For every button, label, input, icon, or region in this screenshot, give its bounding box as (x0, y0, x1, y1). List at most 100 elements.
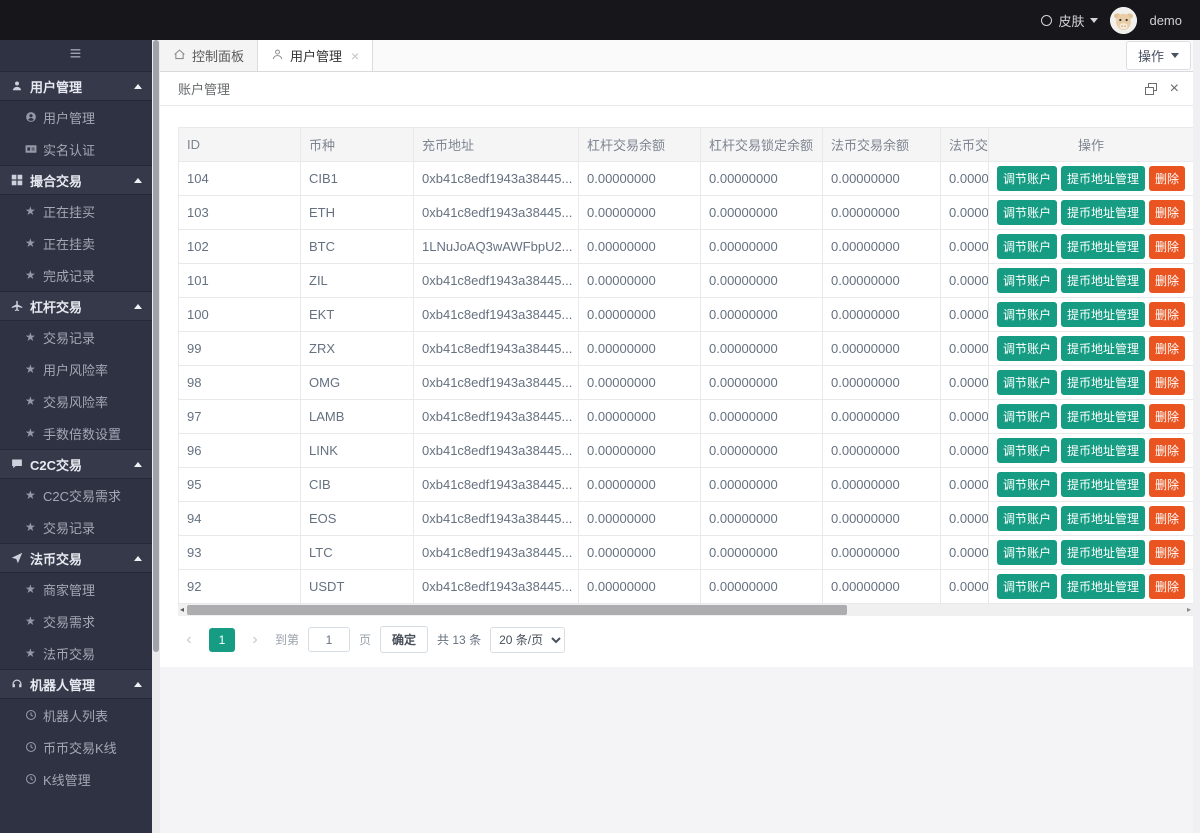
withdraw-address-manage-button[interactable]: 提币地址管理 (1061, 540, 1145, 565)
tab-user-management[interactable]: 用户管理 × (258, 40, 373, 71)
withdraw-address-manage-button[interactable]: 提币地址管理 (1061, 404, 1145, 429)
sidebar-item-手数倍数设置[interactable]: ★手数倍数设置 (0, 417, 152, 449)
next-page-button[interactable]: › (244, 628, 266, 652)
actions-dropdown-button[interactable]: 操作 (1126, 41, 1191, 70)
delete-button[interactable]: 删除 (1149, 472, 1185, 497)
adjust-account-button[interactable]: 调节账户 (997, 540, 1057, 565)
cell-address: 1LNuJoAQ3wAWFbpU2... (414, 230, 579, 264)
withdraw-address-manage-button[interactable]: 提币地址管理 (1061, 370, 1145, 395)
adjust-account-button[interactable]: 调节账户 (997, 438, 1057, 463)
delete-button[interactable]: 删除 (1149, 438, 1185, 463)
cell-fiat_balance: 0.00000000 (823, 332, 941, 366)
sidebar-item-实名认证[interactable]: 实名认证 (0, 133, 152, 165)
adjust-account-button[interactable]: 调节账户 (997, 574, 1057, 599)
sidebar-scrollbar-thumb[interactable] (153, 40, 159, 652)
cell-leverage_locked: 0.00000000 (701, 434, 823, 468)
withdraw-address-manage-button[interactable]: 提币地址管理 (1061, 336, 1145, 361)
adjust-account-button[interactable]: 调节账户 (997, 166, 1057, 191)
tab-dashboard[interactable]: 控制面板 (160, 40, 258, 71)
avatar[interactable] (1110, 7, 1137, 34)
sidebar-item-币币交易K线[interactable]: 币币交易K线 (0, 731, 152, 763)
withdraw-address-manage-button[interactable]: 提币地址管理 (1061, 472, 1145, 497)
delete-button[interactable]: 删除 (1149, 574, 1185, 599)
withdraw-address-manage-button[interactable]: 提币地址管理 (1061, 200, 1145, 225)
cell-coin: CIB1 (301, 162, 414, 196)
sidebar-section-2[interactable]: 杠杆交易 (0, 291, 152, 321)
scrollbar-thumb[interactable] (187, 605, 847, 615)
delete-button[interactable]: 删除 (1149, 404, 1185, 429)
sidebar-item-label: 完成记录 (43, 266, 95, 285)
current-page-button[interactable]: 1 (209, 628, 235, 652)
page-scrollbar[interactable] (1193, 40, 1200, 833)
sidebar-section-5[interactable]: 机器人管理 (0, 669, 152, 699)
confirm-page-button[interactable]: 确定 (380, 626, 428, 653)
adjust-account-button[interactable]: 调节账户 (997, 200, 1057, 225)
sidebar-item-机器人列表[interactable]: 机器人列表 (0, 699, 152, 731)
adjust-account-button[interactable]: 调节账户 (997, 506, 1057, 531)
close-panel-icon[interactable]: × (1170, 81, 1179, 97)
hamburger-menu-icon[interactable]: ≡ (0, 40, 152, 71)
delete-button[interactable]: 删除 (1149, 506, 1185, 531)
sidebar-section-0[interactable]: 用户管理 (0, 71, 152, 101)
header-fiat-locked-clipped: 法币交 (941, 128, 989, 162)
delete-button[interactable]: 删除 (1149, 268, 1185, 293)
withdraw-address-manage-button[interactable]: 提币地址管理 (1061, 166, 1145, 191)
sidebar-item-正在挂买[interactable]: ★正在挂买 (0, 195, 152, 227)
adjust-account-button[interactable]: 调节账户 (997, 404, 1057, 429)
delete-button[interactable]: 删除 (1149, 302, 1185, 327)
delete-button[interactable]: 删除 (1149, 540, 1185, 565)
cell-address: 0xb41c8edf1943a38445... (414, 570, 579, 604)
sidebar-section-3[interactable]: C2C交易 (0, 449, 152, 479)
sidebar-item-正在挂卖[interactable]: ★正在挂卖 (0, 227, 152, 259)
scroll-left-icon[interactable]: ◂ (180, 604, 184, 616)
pagination: ‹ 1 › 到第 页 确定 共 13 条 20 条/页 (178, 626, 1193, 653)
sidebar-item-交易需求[interactable]: ★交易需求 (0, 605, 152, 637)
page-number-input[interactable] (308, 627, 350, 652)
cell-coin: CIB (301, 468, 414, 502)
withdraw-address-manage-button[interactable]: 提币地址管理 (1061, 438, 1145, 463)
sidebar-item-交易记录[interactable]: ★交易记录 (0, 321, 152, 353)
sidebar-section-4[interactable]: 法币交易 (0, 543, 152, 573)
sidebar-item-交易记录[interactable]: ★交易记录 (0, 511, 152, 543)
skin-switcher[interactable]: 皮肤 (1041, 11, 1098, 30)
sidebar-item-用户管理[interactable]: 用户管理 (0, 101, 152, 133)
cell-fiat_balance: 0.00000000 (823, 196, 941, 230)
sidebar-scrollbar[interactable] (152, 40, 160, 833)
adjust-account-button[interactable]: 调节账户 (997, 234, 1057, 259)
adjust-account-button[interactable]: 调节账户 (997, 302, 1057, 327)
plane-icon (11, 299, 30, 314)
restore-window-icon[interactable] (1145, 83, 1157, 95)
delete-button[interactable]: 删除 (1149, 336, 1185, 361)
adjust-account-button[interactable]: 调节账户 (997, 268, 1057, 293)
sidebar-item-法币交易[interactable]: ★法币交易 (0, 637, 152, 669)
withdraw-address-manage-button[interactable]: 提币地址管理 (1061, 268, 1145, 293)
sidebar-item-C2C交易需求[interactable]: ★C2C交易需求 (0, 479, 152, 511)
adjust-account-button[interactable]: 调节账户 (997, 370, 1057, 395)
page-unit-label: 页 (359, 631, 371, 648)
sidebar-item-完成记录[interactable]: ★完成记录 (0, 259, 152, 291)
sidebar-item-交易风险率[interactable]: ★交易风险率 (0, 385, 152, 417)
withdraw-address-manage-button[interactable]: 提币地址管理 (1061, 234, 1145, 259)
goto-label: 到第 (275, 631, 299, 648)
sidebar-item-商家管理[interactable]: ★商家管理 (0, 573, 152, 605)
adjust-account-button[interactable]: 调节账户 (997, 472, 1057, 497)
cell-actions: 调节账户提币地址管理删除 (989, 570, 1194, 604)
prev-page-button[interactable]: ‹ (178, 628, 200, 652)
close-icon[interactable]: × (351, 49, 359, 63)
horizontal-scrollbar[interactable]: ◂ ▸ (178, 604, 1193, 616)
page-size-select[interactable]: 20 条/页 (490, 627, 565, 653)
cell-actions: 调节账户提币地址管理删除 (989, 332, 1194, 366)
delete-button[interactable]: 删除 (1149, 234, 1185, 259)
delete-button[interactable]: 删除 (1149, 166, 1185, 191)
sidebar-section-1[interactable]: 撮合交易 (0, 165, 152, 195)
withdraw-address-manage-button[interactable]: 提币地址管理 (1061, 302, 1145, 327)
delete-button[interactable]: 删除 (1149, 370, 1185, 395)
sidebar-item-用户风险率[interactable]: ★用户风险率 (0, 353, 152, 385)
withdraw-address-manage-button[interactable]: 提币地址管理 (1061, 506, 1145, 531)
withdraw-address-manage-button[interactable]: 提币地址管理 (1061, 574, 1145, 599)
grid-icon (11, 173, 30, 188)
adjust-account-button[interactable]: 调节账户 (997, 336, 1057, 361)
sidebar-item-K线管理[interactable]: K线管理 (0, 763, 152, 795)
scroll-right-icon[interactable]: ▸ (1187, 604, 1191, 616)
delete-button[interactable]: 删除 (1149, 200, 1185, 225)
